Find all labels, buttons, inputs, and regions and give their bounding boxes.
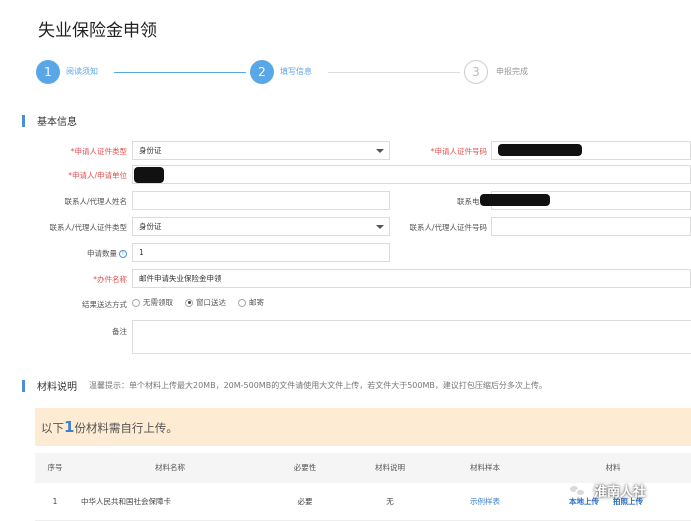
row-index: 1 (52, 497, 58, 506)
column-header: 材料样本 (470, 463, 500, 472)
page-title: 失业保险金申领 (38, 21, 157, 41)
applicant-id-type-value: 身份证 (139, 146, 162, 155)
remarks-label: 备注 (112, 327, 127, 336)
upload-notice: 以下1份材料需自行上传。 (35, 408, 691, 446)
column-header: 材料说明 (375, 463, 405, 472)
radio-window[interactable]: 窗口送达 (185, 297, 226, 308)
delivery-label: 结果送达方式 (82, 300, 127, 309)
step-2-circle: 2 (250, 60, 274, 84)
radio-checked-icon (185, 298, 193, 307)
column-header: 序号 (47, 463, 63, 472)
step-1-line (114, 72, 246, 73)
contact-id-type-label: 联系人/代理人证件类型 (49, 223, 127, 232)
contact-id-type-select[interactable]: 身份证 (132, 217, 390, 236)
contact-id-number-label: 联系人/代理人证件号码 (409, 223, 487, 232)
delivery-radio-group: 无需领取 窗口送达 邮寄 (132, 297, 276, 308)
case-name-input[interactable]: 邮件申请失业保险金申领 (132, 269, 691, 288)
table-header: 序号 材料名称 必要性 材料说明 材料样本 材料 (35, 453, 691, 483)
materials-hint: 温馨提示：单个材料上传最大20MB，20M-500MB的文件请使用大文件上传，若… (89, 381, 547, 390)
watermark: 淮南人社 (568, 481, 646, 500)
materials-header: 材料说明 温馨提示：单个材料上传最大20MB，20M-500MB的文件请使用大文… (22, 378, 547, 393)
wechat-icon (568, 483, 588, 499)
section-bar (22, 379, 25, 392)
applicant-id-type-select[interactable]: 身份证 (132, 141, 390, 160)
material-necessity: 必要 (297, 497, 313, 506)
chevron-down-icon (376, 225, 384, 229)
case-name-value: 邮件申请失业保险金申领 (139, 274, 222, 283)
redaction-mark (134, 167, 164, 183)
radio-mail[interactable]: 邮寄 (238, 297, 264, 308)
step-3-circle: 3 (464, 60, 488, 84)
notice-count: 1 (64, 418, 75, 436)
chevron-down-icon (376, 149, 384, 153)
step-1-circle: 1 (36, 60, 60, 84)
basic-info-header: 基本信息 (22, 113, 77, 128)
radio-icon (238, 298, 246, 307)
quantity-value: 1 (139, 248, 144, 257)
contact-name-input[interactable] (132, 191, 390, 210)
material-description: 无 (386, 497, 394, 506)
step-2-line (328, 72, 460, 73)
redaction-mark (498, 144, 582, 156)
quantity-label: 申请数量! (87, 248, 127, 259)
contact-id-type-value: 身份证 (139, 222, 162, 231)
applicant-unit-input[interactable] (132, 165, 691, 184)
contact-id-number-input[interactable] (491, 217, 691, 236)
applicant-id-number-label: *申请人证件号码 (430, 147, 487, 156)
column-header: 材料名称 (155, 463, 185, 472)
materials-title: 材料说明 (37, 382, 77, 393)
info-icon: ! (119, 250, 127, 258)
remarks-textarea[interactable] (132, 320, 691, 354)
radio-no-pickup[interactable]: 无需领取 (132, 297, 173, 308)
column-header: 必要性 (293, 463, 317, 472)
section-bar (22, 114, 25, 127)
material-name: 中华人民共和国社会保障卡 (81, 497, 171, 506)
case-name-label: *办件名称 (93, 275, 127, 284)
quantity-input[interactable]: 1 (132, 243, 390, 262)
basic-info-title: 基本信息 (37, 117, 77, 128)
watermark-text: 淮南人社 (594, 485, 647, 500)
column-header: 材料 (605, 463, 621, 472)
applicant-id-type-label: *申请人证件类型 (70, 147, 127, 156)
sample-link[interactable]: 示例样表 (435, 483, 535, 520)
radio-icon (132, 298, 140, 307)
step-1-label: 阅读须知 (66, 67, 98, 76)
progress-steps: 1 阅读须知 2 填写信息 3 申报完成 (36, 60, 691, 88)
step-2-label: 填写信息 (280, 67, 312, 76)
applicant-unit-label: *申请人/申请单位 (68, 171, 127, 180)
redaction-mark (480, 194, 550, 206)
contact-name-label: 联系人/代理人姓名 (64, 197, 127, 206)
step-3-label: 申报完成 (496, 67, 528, 76)
